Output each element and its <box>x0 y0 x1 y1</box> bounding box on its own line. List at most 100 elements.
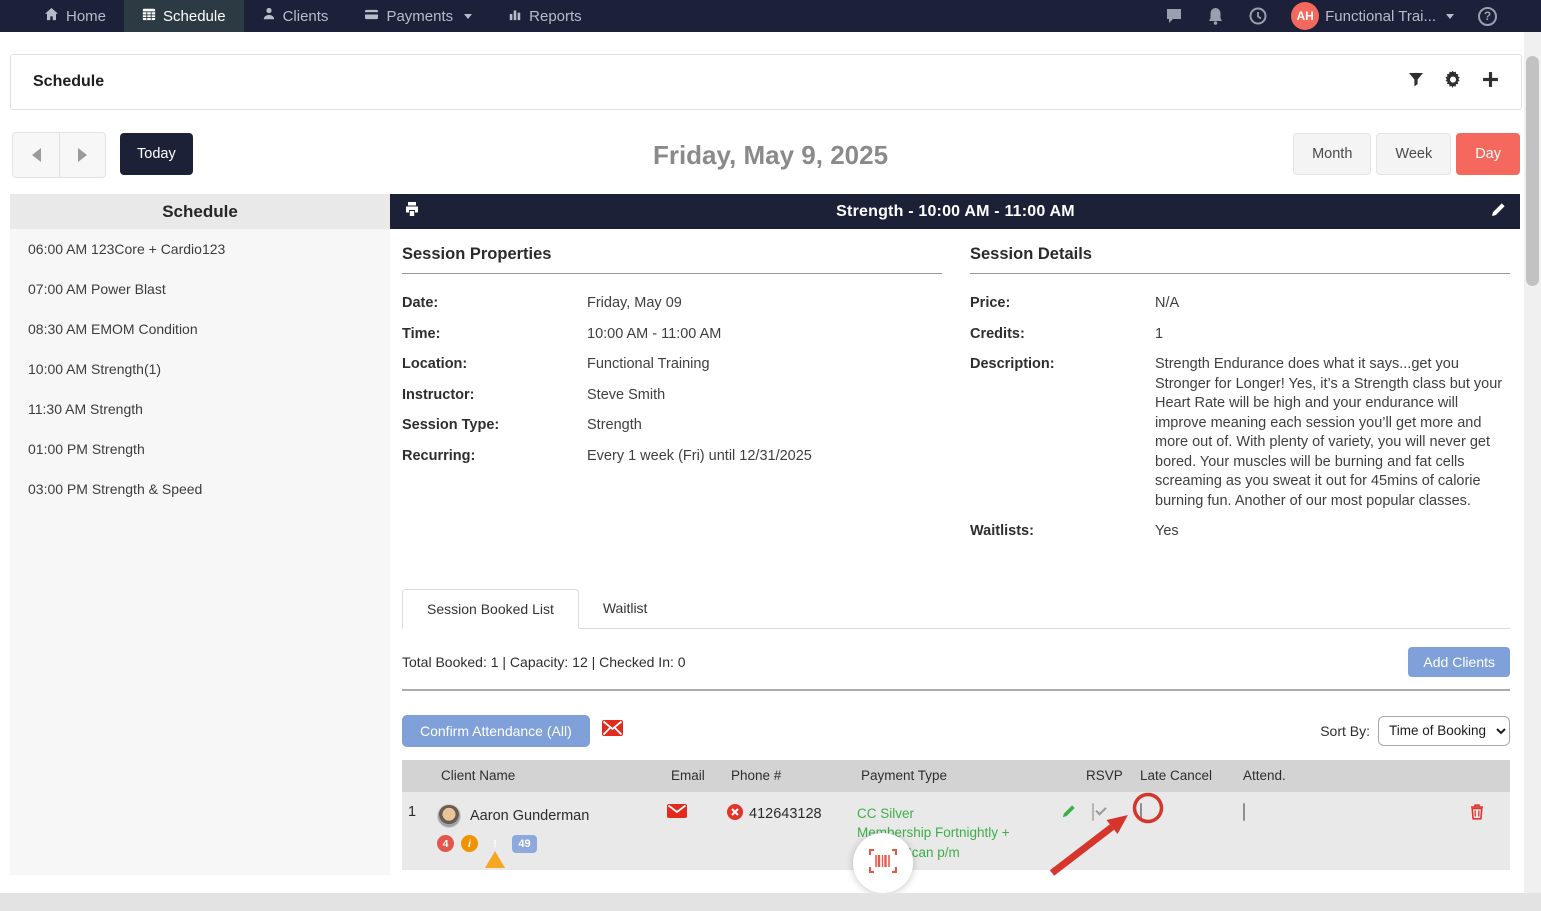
credits-badge[interactable]: 49 <box>512 835 537 853</box>
sidebar-session-item[interactable]: 11:30 AM Strength <box>10 389 390 429</box>
field-label: Credits: <box>970 325 1155 345</box>
person-icon <box>262 7 276 25</box>
sort-by-label: Sort By: <box>1320 723 1370 739</box>
sidebar-session-item[interactable]: 10:00 AM Strength(1) <box>10 349 390 389</box>
vertical-scrollbar[interactable] <box>1524 32 1541 893</box>
info-icon[interactable]: i <box>461 835 478 852</box>
app-window: Home Schedule Clients Payments Reports <box>0 0 1541 911</box>
table-header-row: Client Name Email Phone # Payment Type R… <box>402 760 1510 792</box>
late-cancel-cell <box>1136 792 1239 820</box>
week-view-button[interactable]: Week <box>1376 133 1451 175</box>
field-label: Location: <box>402 355 587 375</box>
sort-control: Sort By: Time of Booking <box>1320 716 1510 746</box>
attend-checkbox[interactable] <box>1243 803 1245 821</box>
calendar-icon <box>142 7 156 25</box>
edit-icon[interactable] <box>1491 202 1506 222</box>
gear-icon[interactable] <box>1444 71 1462 94</box>
col-payment-type: Payment Type <box>857 768 1082 783</box>
nav-payments[interactable]: Payments <box>346 0 490 32</box>
booking-summary: Total Booked: 1 | Capacity: 12 | Checked… <box>402 654 686 670</box>
section-divider <box>402 689 1510 691</box>
table-row: 1 Aaron Gunderman 4 i ! 49 <box>402 792 1510 870</box>
bell-icon[interactable] <box>1207 7 1225 25</box>
day-view-button[interactable]: Day <box>1456 133 1520 175</box>
email-all-icon[interactable] <box>602 720 623 741</box>
barcode-scan-button[interactable] <box>853 833 913 893</box>
phone-invalid-icon[interactable] <box>727 804 743 824</box>
attend-cell <box>1239 792 1319 820</box>
delete-booking-button[interactable] <box>1470 792 1510 824</box>
calendar-toolbar: Today Friday, May 9, 2025 Month Week Day <box>0 132 1541 178</box>
session-properties-section: Session Properties Date:Friday, May 09 T… <box>402 245 942 553</box>
field-value: N/A <box>1155 294 1179 314</box>
confirm-attendance-button[interactable]: Confirm Attendance (All) <box>402 715 590 747</box>
attendance-toolbar: Confirm Attendance (All) Sort By: Time o… <box>402 715 1510 747</box>
late-cancel-checkbox[interactable] <box>1140 803 1142 821</box>
field-label: Recurring: <box>402 447 587 467</box>
nav-reports[interactable]: Reports <box>490 0 600 32</box>
bar-chart-icon <box>508 7 522 25</box>
month-view-button[interactable]: Month <box>1293 133 1371 175</box>
add-clients-button[interactable]: Add Clients <box>1408 647 1510 677</box>
field-label: Price: <box>970 294 1155 314</box>
client-name[interactable]: Aaron Gunderman <box>470 808 589 824</box>
nav-schedule[interactable]: Schedule <box>124 0 244 32</box>
col-late-cancel: Late Cancel <box>1136 768 1239 783</box>
barcode-icon <box>869 849 897 878</box>
clock-icon[interactable] <box>1249 7 1267 25</box>
credit-card-icon <box>364 8 379 25</box>
session-detail-panel: Strength - 10:00 AM - 11:00 AM Session P… <box>390 194 1520 888</box>
nav-reports-label: Reports <box>529 8 582 25</box>
edit-payment-icon[interactable] <box>1062 804 1076 824</box>
col-attend: Attend. <box>1239 768 1319 783</box>
nav-home[interactable]: Home <box>26 0 124 32</box>
rsvp-cell <box>1082 792 1136 820</box>
sidebar-session-item[interactable]: 06:00 AM 123Core + Cardio123 <box>10 229 390 269</box>
tab-waitlist[interactable]: Waitlist <box>579 589 672 628</box>
add-icon[interactable] <box>1482 71 1499 93</box>
field-value: Every 1 week (Fri) until 12/31/2025 <box>587 447 812 467</box>
main-menu: Home Schedule Clients Payments Reports <box>26 0 600 32</box>
print-icon[interactable] <box>404 201 420 222</box>
col-rsvp: RSVP <box>1082 768 1136 783</box>
cell-spacer <box>1319 792 1470 804</box>
user-avatar: AH <box>1291 2 1319 30</box>
session-details-section: Session Details Price:N/A Credits:1 Desc… <box>970 245 1510 553</box>
account-menu[interactable]: AH Functional Trai... <box>1291 2 1454 30</box>
session-properties-heading: Session Properties <box>402 245 942 274</box>
col-phone: Phone # <box>727 768 857 783</box>
field-value: Yes <box>1155 522 1179 542</box>
scrollbar-thumb[interactable] <box>1526 56 1539 286</box>
nav-clients[interactable]: Clients <box>244 0 347 32</box>
sort-by-select[interactable]: Time of Booking <box>1378 716 1510 746</box>
filter-icon[interactable] <box>1408 72 1424 93</box>
nav-payments-label: Payments <box>386 8 453 25</box>
page-footer <box>0 893 1541 911</box>
tab-session-booked-list[interactable]: Session Booked List <box>402 589 579 629</box>
field-label: Waitlists: <box>970 522 1155 542</box>
warning-icon[interactable]: ! <box>485 835 505 852</box>
client-avatar <box>437 804 461 828</box>
sidebar-session-item[interactable]: 07:00 AM Power Blast <box>10 269 390 309</box>
nav-home-label: Home <box>66 8 106 25</box>
chat-icon[interactable] <box>1165 7 1183 25</box>
sidebar-session-item[interactable]: 01:00 PM Strength <box>10 429 390 469</box>
payment-line: CC Silver <box>857 804 1052 824</box>
view-switcher: Month Week Day <box>1293 133 1520 175</box>
navbar-actions: AH Functional Trai... ? <box>1165 2 1497 30</box>
field-value: Friday, May 09 <box>587 294 682 314</box>
client-cell: Aaron Gunderman 4 i ! 49 <box>437 792 667 853</box>
alert-count-badge[interactable]: 4 <box>437 835 454 852</box>
sidebar-session-item[interactable]: 08:30 AM EMOM Condition <box>10 309 390 349</box>
phone-cell: 412643128 <box>727 792 857 824</box>
field-value: Steve Smith <box>587 386 665 406</box>
schedule-sidebar: Schedule 06:00 AM 123Core + Cardio123 07… <box>10 194 390 875</box>
trash-icon <box>1470 808 1484 824</box>
email-icon[interactable] <box>667 806 687 822</box>
booking-tabs: Session Booked List Waitlist <box>402 589 1510 629</box>
booked-clients-table: Client Name Email Phone # Payment Type R… <box>402 760 1510 870</box>
top-navbar: Home Schedule Clients Payments Reports <box>0 0 1541 32</box>
help-icon[interactable]: ? <box>1478 7 1497 26</box>
page-title: Schedule <box>33 73 104 91</box>
sidebar-session-item[interactable]: 03:00 PM Strength & Speed <box>10 469 390 509</box>
